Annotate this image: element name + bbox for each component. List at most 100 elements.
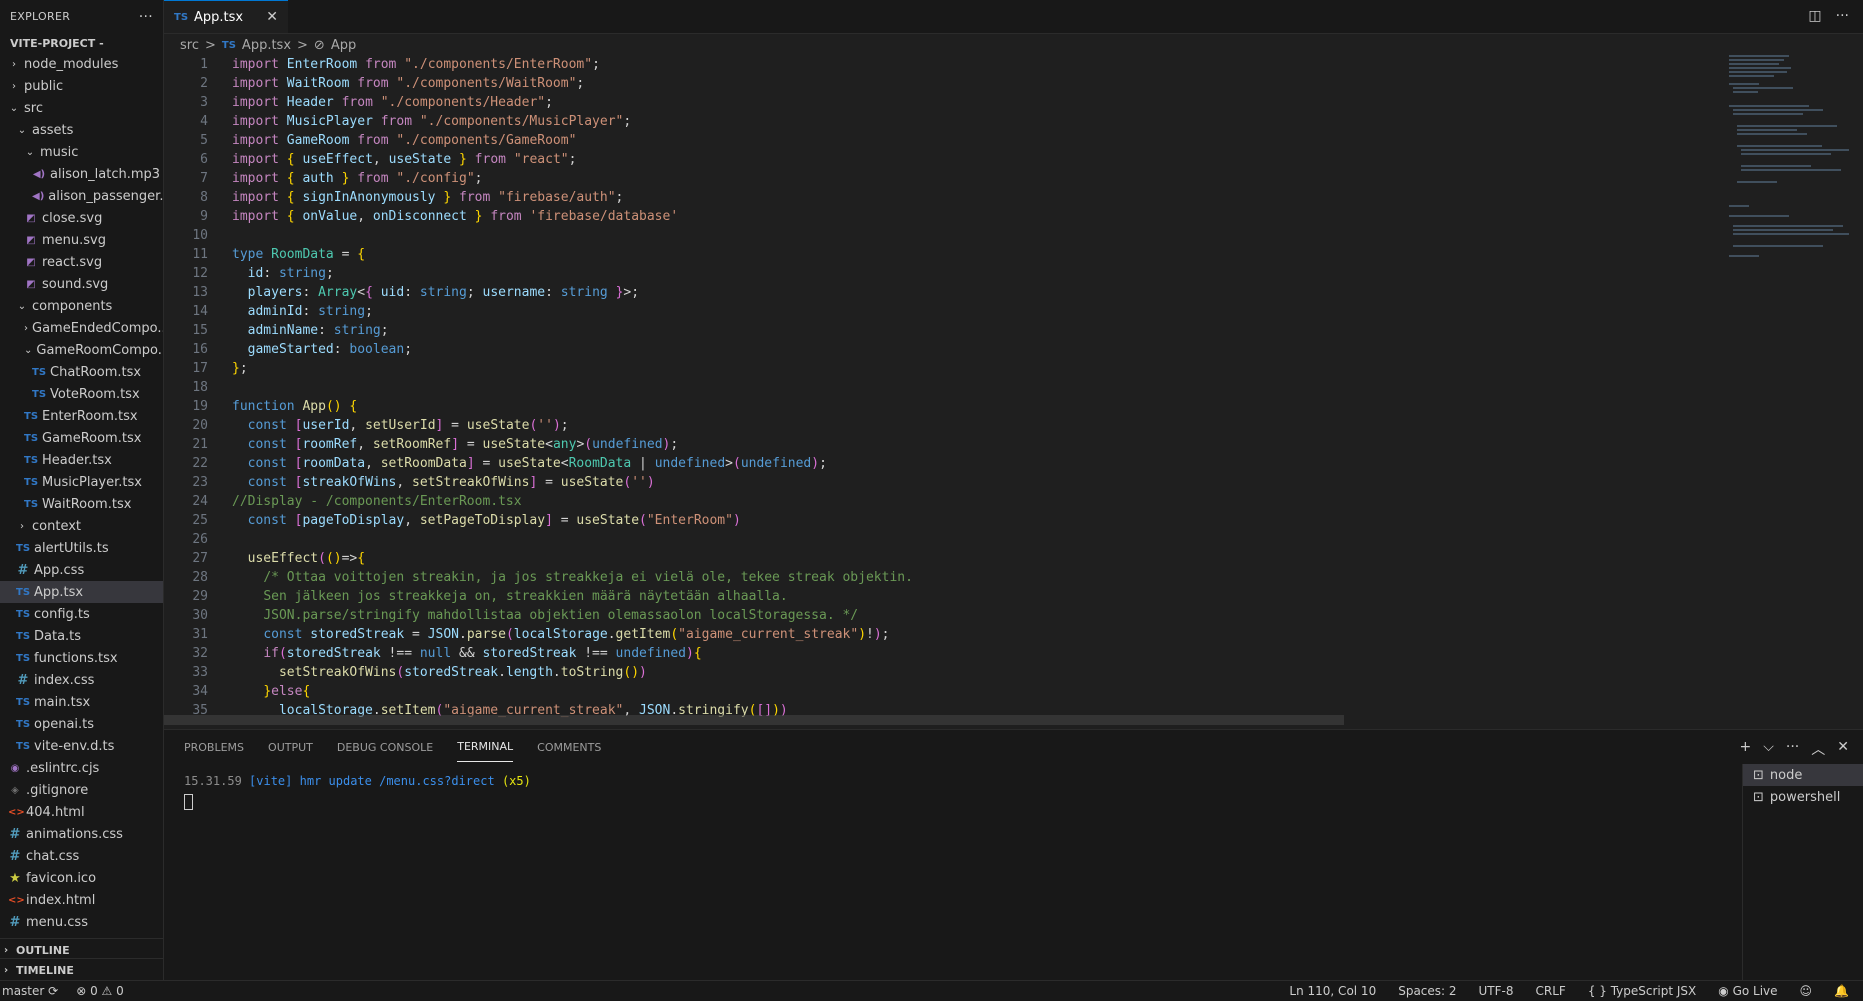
file-item[interactable]: # animations.css	[0, 823, 163, 845]
maximize-panel-icon[interactable]: ︿	[1811, 739, 1825, 759]
breadcrumb-src[interactable]: src	[180, 38, 199, 53]
tab-output[interactable]: OUTPUT	[268, 733, 313, 762]
tree-item-label: components	[32, 298, 113, 314]
close-icon[interactable]: ✕	[266, 9, 278, 25]
code-token: storedStreak	[310, 627, 413, 642]
tab-comments[interactable]: COMMENTS	[537, 733, 601, 762]
file-item[interactable]: ★ favicon.ico	[0, 867, 163, 889]
file-item[interactable]: # chat.css	[0, 845, 163, 867]
terminal-instance[interactable]: ⊡ node	[1743, 764, 1863, 786]
code-token: {	[286, 190, 303, 205]
terminal-instance[interactable]: ⊡ powershell	[1743, 786, 1863, 808]
encoding[interactable]: UTF-8	[1479, 984, 1514, 998]
explorer-sidebar: EXPLORER ··· VITE-PROJECT - › node_module…	[0, 0, 164, 980]
add-terminal-icon[interactable]: +	[1740, 739, 1752, 759]
code-text: //Display - /components/EnterRoom.tsx	[232, 492, 522, 511]
file-item[interactable]: TS main.tsx	[0, 691, 163, 713]
horizontal-scrollbar[interactable]	[164, 715, 1344, 725]
more-actions-icon[interactable]: ···	[139, 9, 153, 25]
breadcrumb-symbol[interactable]: App	[331, 38, 356, 53]
file-item[interactable]: TS App.tsx	[0, 581, 163, 603]
folder-item[interactable]: ⌄ src	[0, 97, 163, 119]
file-item[interactable]: ◉ .eslintrc.cjs	[0, 757, 163, 779]
file-item[interactable]: TS functions.tsx	[0, 647, 163, 669]
file-item[interactable]: # App.css	[0, 559, 163, 581]
more-actions-icon[interactable]: ···	[1836, 8, 1849, 24]
file-item[interactable]: # index.css	[0, 669, 163, 691]
bell-icon[interactable]: 🔔	[1834, 984, 1849, 998]
file-item[interactable]: TS alertUtils.ts	[0, 537, 163, 559]
tab-terminal[interactable]: TERMINAL	[457, 732, 514, 762]
file-item[interactable]: TS MusicPlayer.tsx	[0, 471, 163, 493]
tab-debug-console[interactable]: DEBUG CONSOLE	[337, 733, 433, 762]
folder-item[interactable]: › context	[0, 515, 163, 537]
file-item[interactable]: TS config.ts	[0, 603, 163, 625]
eslint-file-icon: ◉	[10, 762, 20, 774]
minimap[interactable]	[1729, 55, 1849, 355]
code-text: import EnterRoom from "./components/Ente…	[232, 55, 600, 74]
file-item[interactable]: ◩ menu.svg	[0, 229, 163, 251]
file-item[interactable]: TS EnterRoom.tsx	[0, 405, 163, 427]
file-item[interactable]: ◩ sound.svg	[0, 273, 163, 295]
folder-item[interactable]: › public	[0, 75, 163, 97]
more-actions-icon[interactable]: ···	[1786, 739, 1799, 759]
file-item[interactable]: TS ChatRoom.tsx	[0, 361, 163, 383]
audio-file-icon: ◀)	[32, 168, 46, 180]
code-line: 9 import { onValue, onDisconnect } from '…	[164, 207, 1704, 226]
code-token: ;	[670, 437, 679, 452]
project-root[interactable]: VITE-PROJECT -	[0, 33, 163, 53]
folder-item[interactable]: ⌄ music	[0, 141, 163, 163]
code-token: from	[357, 171, 397, 186]
chevron-down-icon[interactable]: ⌵	[1763, 739, 1774, 759]
feedback-icon[interactable]: ☺	[1800, 984, 1813, 998]
tree-item-label: music	[40, 144, 79, 160]
tab-app-tsx[interactable]: TS App.tsx ✕	[164, 0, 288, 33]
code-token: string	[560, 285, 616, 300]
code-token: roomData	[302, 456, 366, 471]
cursor-position[interactable]: Ln 110, Col 10	[1289, 984, 1376, 998]
file-item[interactable]: TS VoteRoom.tsx	[0, 383, 163, 405]
file-item[interactable]: TS WaitRoom.tsx	[0, 493, 163, 515]
tree-item-label: animations.css	[26, 826, 123, 842]
code-view[interactable]: 1 import EnterRoom from "./components/Ent…	[164, 55, 1704, 725]
file-item[interactable]: # menu.css	[0, 911, 163, 933]
file-item[interactable]: ◈ .gitignore	[0, 779, 163, 801]
file-item[interactable]: TS vite-env.d.ts	[0, 735, 163, 757]
code-token: "./components/MusicPlayer"	[419, 114, 624, 129]
file-item[interactable]: TS GameRoom.tsx	[0, 427, 163, 449]
problems-indicator[interactable]: ⊗ 0 ⚠ 0	[76, 984, 124, 998]
file-item[interactable]: <> 404.html	[0, 801, 163, 823]
branch-indicator[interactable]: master ⟳	[2, 984, 58, 998]
code-line: 18	[164, 378, 1704, 397]
file-item[interactable]: ◩ react.svg	[0, 251, 163, 273]
breadcrumb-file[interactable]: App.tsx	[242, 38, 291, 53]
file-item[interactable]: TS Data.ts	[0, 625, 163, 647]
code-token: function	[232, 399, 303, 414]
code-token: 'firebase/database'	[529, 209, 679, 224]
file-item[interactable]: ◀)alison_passenger....	[0, 185, 163, 207]
folder-item[interactable]: › node_modules	[0, 53, 163, 75]
code-token: ;	[623, 114, 632, 129]
split-editor-icon[interactable]: ◫	[1808, 8, 1821, 24]
chevron-right-icon: ›	[12, 80, 16, 92]
tab-problems[interactable]: PROBLEMS	[184, 733, 244, 762]
folder-item[interactable]: › GameEndedCompo...	[0, 317, 163, 339]
code-text: JSON.parse/stringify mahdollistaa objekt…	[232, 606, 858, 625]
end-of-line[interactable]: CRLF	[1536, 984, 1566, 998]
folder-item[interactable]: ⌄ assets	[0, 119, 163, 141]
file-item[interactable]: <> index.html	[0, 889, 163, 911]
file-item[interactable]: ◩ close.svg	[0, 207, 163, 229]
code-text: import WaitRoom from "./components/WaitR…	[232, 74, 584, 93]
file-item[interactable]: TS openai.ts	[0, 713, 163, 735]
close-icon[interactable]: ✕	[1837, 739, 1849, 759]
folder-item[interactable]: ⌄ GameRoomCompo...	[0, 339, 163, 361]
language-mode[interactable]: { } TypeScript JSX	[1588, 984, 1696, 998]
folder-item[interactable]: ⌄ components	[0, 295, 163, 317]
indentation[interactable]: Spaces: 2	[1398, 984, 1456, 998]
file-item[interactable]: TS Header.tsx	[0, 449, 163, 471]
go-live-button[interactable]: ◉ Go Live	[1718, 984, 1777, 998]
terminal-output[interactable]: 15.31.59 [vite] hmr update /menu.css?dir…	[184, 774, 531, 813]
timeline-section[interactable]: › TIMELINE	[0, 958, 163, 980]
file-item[interactable]: ◀) alison_latch.mp3	[0, 163, 163, 185]
